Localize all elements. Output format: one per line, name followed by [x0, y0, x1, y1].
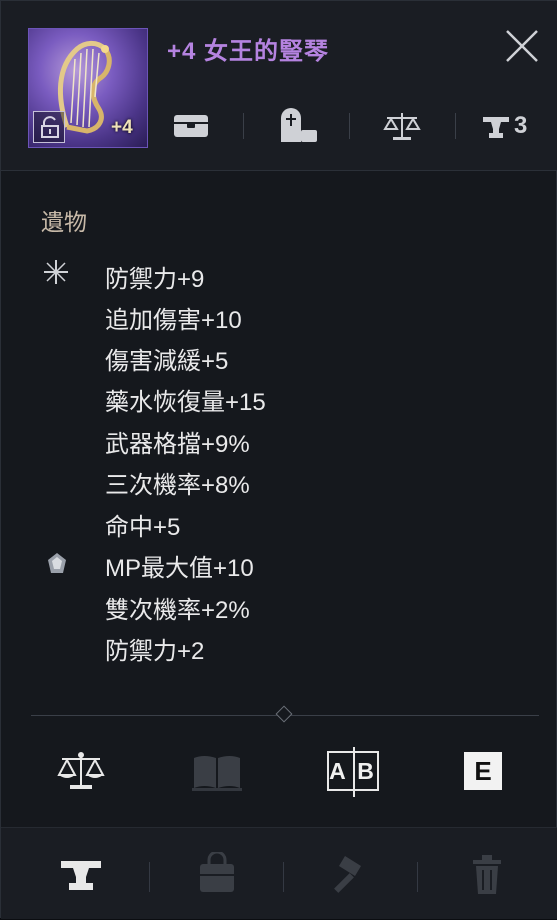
divider-diamond: [275, 705, 293, 723]
item-header: +4 +4 女王的豎琴 3: [1, 1, 557, 171]
equip-button[interactable]: E: [453, 731, 513, 811]
compare-scale-button[interactable]: [45, 731, 117, 811]
enhance-badge: +4: [111, 117, 133, 138]
box-icon: [174, 115, 208, 137]
separator: [243, 113, 244, 139]
close-button[interactable]: [503, 27, 541, 65]
stat-line: MP最大值+10: [105, 555, 254, 582]
section-title: 遺物: [41, 209, 87, 235]
close-icon: [506, 30, 538, 62]
scale-icon: [57, 752, 105, 789]
gem-icon: [48, 553, 66, 573]
dismantle-hammer-button[interactable]: [313, 828, 385, 920]
item-icon-harp[interactable]: +4: [28, 28, 148, 148]
lock-toggle[interactable]: [33, 111, 65, 143]
separator: [149, 862, 150, 892]
tombstone-icon: [281, 108, 317, 142]
scale-icon: [383, 113, 421, 140]
compare-button[interactable]: [381, 101, 423, 151]
stat-line: 防禦力+2: [105, 638, 205, 665]
bottom-toolbar: [1, 827, 557, 919]
ab-divider: [353, 747, 355, 797]
hammer-icon: [334, 856, 361, 893]
action-row: A B E: [1, 731, 557, 811]
stat-line: 命中+5: [105, 514, 181, 541]
stat-line: 追加傷害+10: [105, 307, 242, 334]
stack-count: 3: [514, 112, 528, 139]
separator: [455, 113, 456, 139]
ab-compare-icon: A B: [327, 747, 379, 797]
storage-box-button[interactable]: [181, 828, 253, 920]
storage-button[interactable]: [171, 101, 211, 151]
delete-button[interactable]: [451, 828, 523, 920]
enhance-anvil-button[interactable]: [45, 828, 117, 920]
separator: [283, 862, 284, 892]
stat-line: 傷害減緩+5: [105, 348, 229, 375]
equip-key: E: [464, 752, 502, 790]
separator: [349, 113, 350, 139]
stat-line: 雙次機率+2%: [105, 597, 250, 624]
stat-line: 藥水恢復量+15: [105, 389, 266, 416]
sparkle-icon: [44, 260, 68, 284]
separator: [417, 862, 418, 892]
trash-icon: [473, 855, 501, 894]
item-title: +4 女王的豎琴: [167, 38, 330, 65]
enhance-button[interactable]: 3: [481, 101, 527, 151]
anvil-icon: [61, 861, 101, 890]
book-icon: [192, 756, 242, 791]
chest-icon: [200, 852, 234, 892]
collection-book-button[interactable]: [181, 731, 253, 811]
item-detail-panel: +4 +4 女王的豎琴 3 遺物 防禦力+9 追加傷害+10 傷害減緩+5 藥水…: [0, 0, 557, 919]
unlock-icon: [41, 116, 59, 138]
item-stats[interactable]: 遺物 防禦力+9 追加傷害+10 傷害減緩+5 藥水恢復量+15 武器格擋+9%…: [1, 173, 557, 673]
ab-compare-button[interactable]: A B: [313, 731, 393, 811]
anvil-icon: [483, 117, 509, 138]
stat-line: 三次機率+8%: [105, 472, 250, 499]
dismantle-button[interactable]: [275, 101, 321, 151]
stat-line: 武器格擋+9%: [105, 431, 250, 458]
stat-line: 防禦力+9: [105, 266, 205, 293]
